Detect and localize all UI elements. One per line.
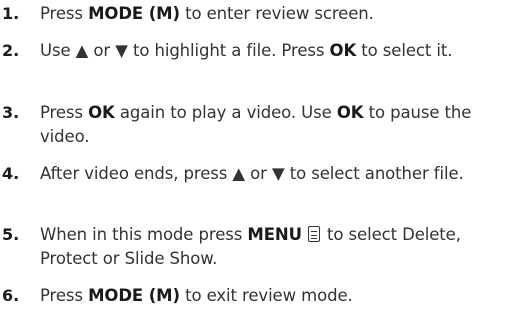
- step-text-segment: When in this mode press: [40, 225, 248, 244]
- step-text: Use ▲ or ▼ to highlight a file. Press OK…: [40, 39, 514, 63]
- step-text-segment: Press: [40, 4, 89, 23]
- step-text-segment: to select it.: [356, 41, 453, 60]
- step-keyword: OK: [88, 103, 115, 122]
- step-text-segment: Press: [40, 103, 89, 122]
- step-text-segment: again to play a video. Use: [114, 103, 337, 122]
- step-number: 4.: [2, 164, 20, 183]
- step-text: After video ends, press ▲ or ▼ to select…: [40, 162, 514, 186]
- instruction-list: 1. Press MODE (M) to enter review screen…: [0, 0, 518, 318]
- step-keyword: MODE (M): [88, 4, 180, 23]
- step-number: 3.: [2, 103, 20, 122]
- step-keyword: MENU: [247, 225, 302, 244]
- step-text: When in this mode press MENU to select D…: [40, 223, 514, 271]
- step-text: Press OK again to play a video. Use OK t…: [40, 101, 514, 149]
- step-text-segment: Press: [40, 286, 89, 305]
- menu-icon: [307, 226, 320, 242]
- step-number: 5.: [2, 225, 20, 244]
- step-keyword: OK: [336, 103, 364, 122]
- step-number: 2.: [2, 41, 20, 60]
- step-text-segment: After video ends, press ▲ or ▼ to select…: [40, 164, 464, 183]
- step-number: 6.: [2, 286, 20, 305]
- step-text-segment: to enter review screen.: [179, 4, 374, 23]
- step-text-segment: to exit review mode.: [179, 286, 353, 305]
- step-text-segment: Use ▲ or ▼ to highlight a file. Press: [40, 41, 330, 60]
- step-keyword: OK: [329, 41, 357, 60]
- step-number: 1.: [2, 4, 20, 23]
- step-text: Press MODE (M) to exit review mode.: [40, 284, 514, 308]
- step-text: Press MODE (M) to enter review screen.: [40, 2, 514, 26]
- step-keyword: MODE (M): [88, 286, 180, 305]
